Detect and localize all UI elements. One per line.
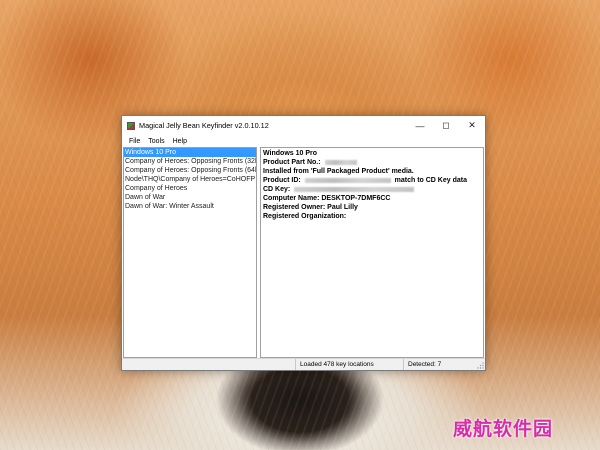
cd-key-line: CD Key: <box>263 185 481 194</box>
list-item[interactable]: Company of Heroes <box>124 184 256 193</box>
part-number-line: Product Part No.: <box>263 158 481 167</box>
registered-organization: Registered Organization: <box>263 213 347 220</box>
window-title: Magical Jelly Bean Keyfinder v2.0.10.12 <box>139 121 269 130</box>
status-loaded: Loaded 478 key locations <box>296 359 404 370</box>
part-number-label: Product Part No.: <box>263 159 321 166</box>
status-empty-cell <box>122 359 296 370</box>
watermark-text: 威航软件园 <box>453 418 554 440</box>
list-item[interactable]: Dawn of War: Winter Assault <box>124 202 256 211</box>
computer-name: Computer Name: DESKTOP-7DMF6CC <box>263 195 391 202</box>
product-name: Windows 10 Pro <box>263 150 318 157</box>
status-detected: Detected: 7 <box>408 361 442 368</box>
main-content: Windows 10 Pro Company of Heroes: Opposi… <box>122 147 485 358</box>
resize-grip-icon[interactable] <box>476 361 484 369</box>
maximize-icon[interactable]: ◻ <box>433 116 459 135</box>
keyfinder-window: Magical Jelly Bean Keyfinder v2.0.10.12 … <box>121 115 486 371</box>
product-id-label: Product ID: <box>263 177 301 184</box>
list-item[interactable]: Company of Heroes: Opposing Fronts (32bi… <box>124 157 256 166</box>
status-bar: Loaded 478 key locations Detected: 7 <box>122 358 485 370</box>
redacted-part-number <box>324 159 357 165</box>
title-bar[interactable]: Magical Jelly Bean Keyfinder v2.0.10.12 … <box>122 116 485 135</box>
menu-tools[interactable]: Tools <box>144 138 168 145</box>
keyfinder-app-icon <box>127 121 135 130</box>
cd-key-label: CD Key: <box>263 186 291 193</box>
close-icon[interactable]: ✕ <box>459 116 485 135</box>
list-item[interactable]: Company of Heroes: Opposing Fronts (64bi… <box>124 166 256 175</box>
registered-owner: Registered Owner: Paul Lilly <box>263 204 358 211</box>
list-item[interactable]: Windows 10 Pro <box>124 148 256 157</box>
product-list[interactable]: Windows 10 Pro Company of Heroes: Opposi… <box>123 147 257 358</box>
menu-help[interactable]: Help <box>169 138 191 145</box>
menu-bar: File Tools Help <box>122 135 485 147</box>
redacted-product-id <box>304 177 391 183</box>
installed-from: Installed from 'Full Packaged Product' m… <box>263 168 414 175</box>
key-details-pane[interactable]: Windows 10 Pro Product Part No.: Install… <box>260 147 484 358</box>
list-item[interactable]: Node\THQ\Company of Heroes=CoHOFP <box>124 175 256 184</box>
minimize-icon[interactable]: — <box>407 116 433 135</box>
product-id-line: Product ID: match to CD Key data <box>263 176 481 185</box>
list-item[interactable]: Dawn of War <box>124 193 256 202</box>
product-id-suffix: match to CD Key data <box>394 177 467 184</box>
redacted-cd-key <box>294 186 415 192</box>
menu-file[interactable]: File <box>125 138 144 145</box>
